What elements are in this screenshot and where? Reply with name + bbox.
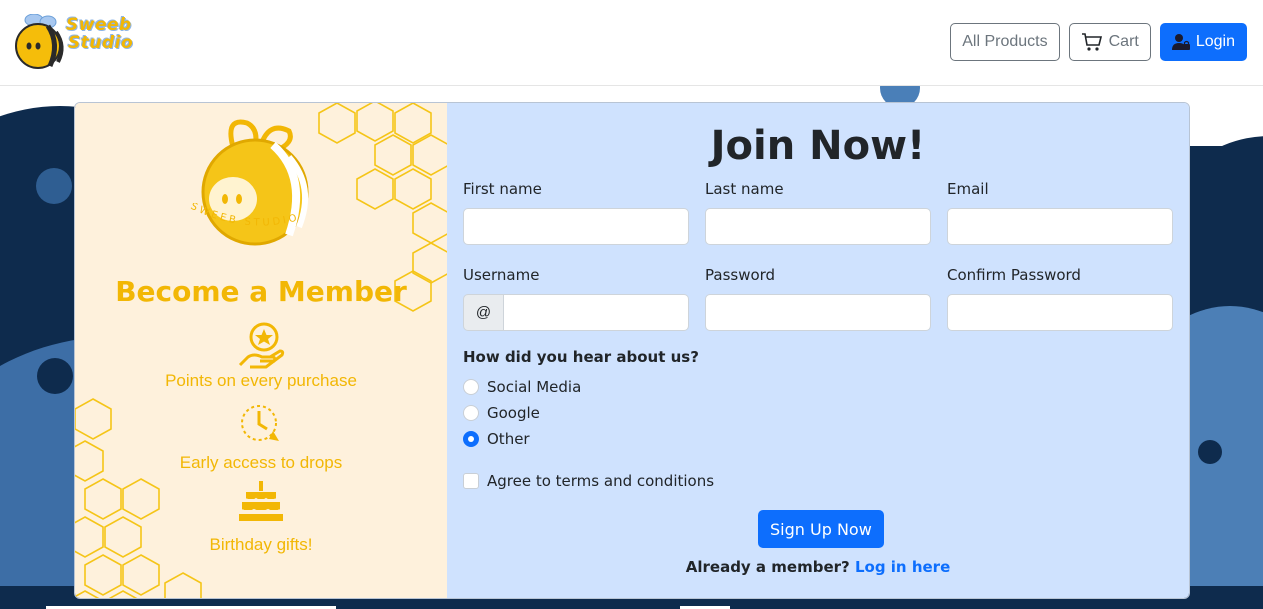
benefit-early-access: Early access to drops <box>179 453 343 472</box>
confirm-password-input[interactable] <box>947 294 1173 331</box>
email-label: Email <box>947 180 989 198</box>
cart-label: Cart <box>1108 33 1139 50</box>
terms-checkbox-row[interactable]: Agree to terms and conditions <box>463 472 714 490</box>
email-input[interactable] <box>947 208 1173 245</box>
brand-line-2: Studio <box>68 33 134 53</box>
referral-question: How did you hear about us? <box>463 348 699 366</box>
radio-label: Social Media <box>487 378 582 396</box>
radio-other[interactable]: Other <box>463 430 530 448</box>
form-title: Join Now! <box>710 123 926 169</box>
username-input-group: @ <box>463 294 689 331</box>
password-label: Password <box>705 266 776 284</box>
star-hand-icon <box>238 322 285 369</box>
clock-icon <box>241 405 279 441</box>
emblem-arc-text: SWEEB STUDIO <box>189 203 301 229</box>
bee-logo-icon <box>15 14 64 69</box>
cart-icon <box>1081 33 1102 51</box>
already-member-text: Already a member? <box>685 558 850 576</box>
terms-label: Agree to terms and conditions <box>487 472 715 490</box>
last-name-label: Last name <box>705 180 784 198</box>
username-label: Username <box>463 266 540 284</box>
brand-line-1: Sweeb <box>66 15 132 35</box>
login-label: Login <box>1195 33 1235 50</box>
all-products-button[interactable]: All Products <box>950 23 1060 61</box>
first-name-label: First name <box>463 180 542 198</box>
brand-wordmark: Sweeb Studio <box>66 16 133 52</box>
user-lock-icon <box>1171 34 1190 50</box>
sign-up-button[interactable]: Sign Up Now <box>758 510 884 548</box>
brand-logo[interactable]: Sweeb Studio <box>14 14 154 72</box>
membership-promo-panel: SWEEB STUDIO Become a Member Points on e… <box>75 103 447 598</box>
last-name-input[interactable] <box>705 208 931 245</box>
navbar: Sweeb Studio All Products Cart Login <box>0 0 1263 86</box>
svg-text:SWEEB STUDIO: SWEEB STUDIO <box>189 203 301 229</box>
cart-button[interactable]: Cart <box>1068 23 1151 61</box>
benefit-points: Points on every purchase <box>165 371 357 390</box>
sign-up-label: Sign Up Now <box>770 519 872 539</box>
confirm-password-label: Confirm Password <box>947 266 1081 284</box>
promo-title: Become a Member <box>115 275 407 308</box>
cake-icon <box>239 481 283 521</box>
radio-label: Google <box>487 404 540 422</box>
radio-button[interactable] <box>463 405 479 421</box>
radio-button-checked[interactable] <box>463 431 479 447</box>
login-button[interactable]: Login <box>1159 23 1247 61</box>
benefit-birthday: Birthday gifts! <box>209 535 313 554</box>
first-name-input[interactable] <box>463 208 689 245</box>
radio-label: Other <box>487 430 530 448</box>
password-input[interactable] <box>705 294 931 331</box>
login-link[interactable]: Log in here <box>855 558 950 576</box>
signup-form: Join Now! First name Last name Email Use… <box>447 103 1189 598</box>
login-prompt: Already a member? Log in here <box>447 558 1189 576</box>
radio-social-media[interactable]: Social Media <box>463 378 581 396</box>
signup-card: SWEEB STUDIO Become a Member Points on e… <box>74 102 1190 599</box>
username-input[interactable] <box>504 294 689 331</box>
terms-checkbox[interactable] <box>463 473 479 489</box>
nav-actions: All Products Cart Login <box>950 23 1247 61</box>
username-at-addon: @ <box>463 294 504 331</box>
all-products-label: All Products <box>962 33 1048 50</box>
radio-google[interactable]: Google <box>463 404 540 422</box>
radio-button[interactable] <box>463 379 479 395</box>
